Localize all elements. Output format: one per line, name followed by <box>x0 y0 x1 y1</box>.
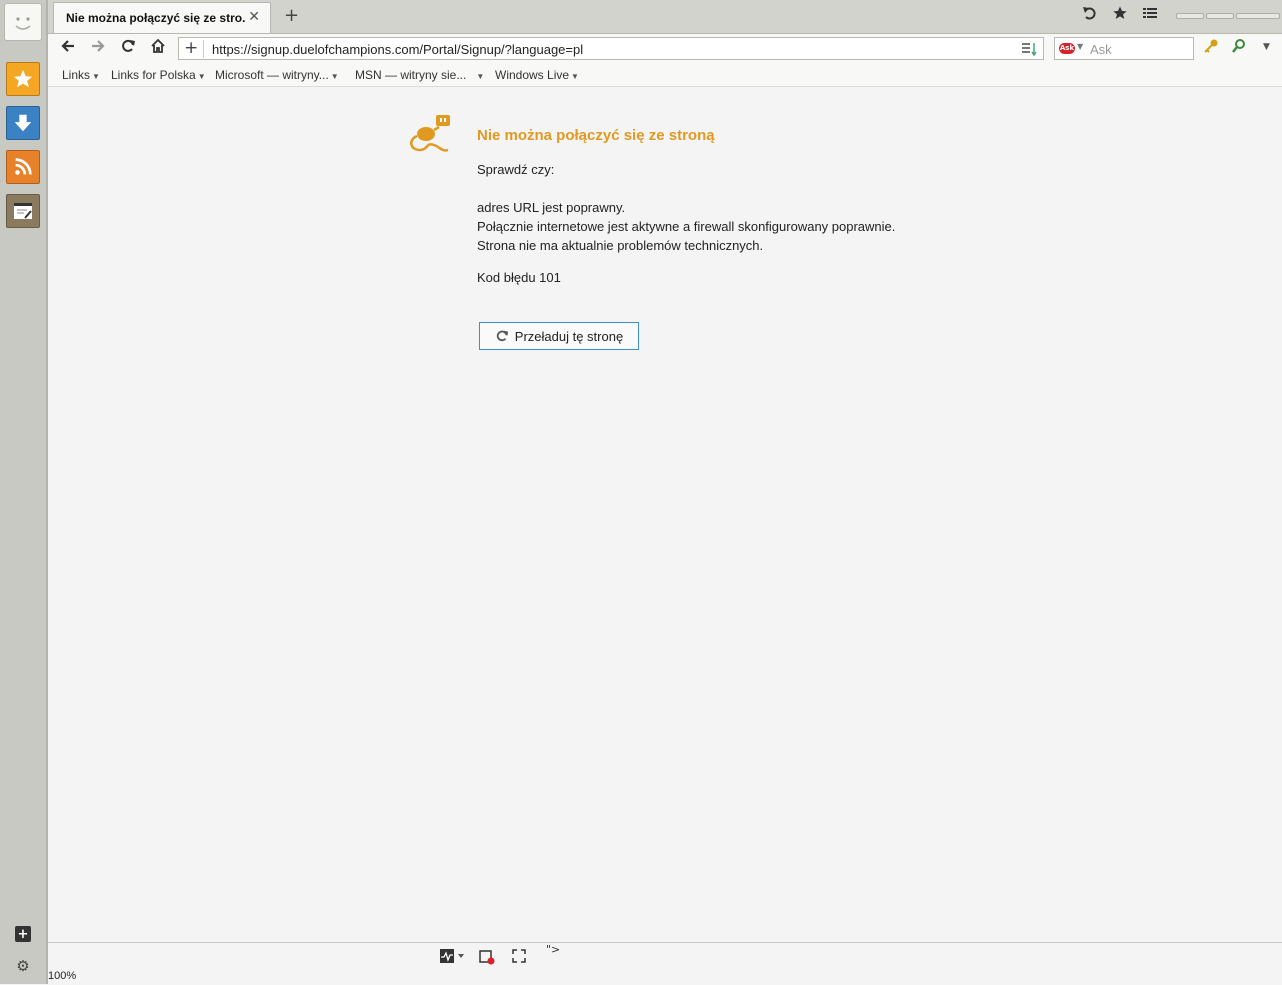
ask-logo[interactable]: Ask <box>1059 43 1075 54</box>
download-icon <box>14 114 32 132</box>
bookmark-label: Links for Polska <box>111 68 196 82</box>
error-check-label: Sprawdź czy: <box>477 162 555 177</box>
new-tab-button[interactable]: + <box>284 5 299 26</box>
bookmark-folder-msn[interactable]: MSN — witryny sie... ▼ <box>355 68 484 82</box>
search-zoom-icon[interactable] <box>1231 38 1247 58</box>
reload-button-label: Przeładuj tę stronę <box>514 328 624 344</box>
notes-panel-button[interactable] <box>6 194 40 228</box>
refresh-icon <box>496 330 508 342</box>
page-activity-icon[interactable] <box>440 949 466 967</box>
side-panel: + ⚙ <box>0 0 48 984</box>
error-code: Kod błędu 101 <box>477 270 561 285</box>
search-input[interactable]: Ask <box>1090 42 1112 57</box>
add-bookmark-icon[interactable]: + <box>184 38 198 58</box>
downloads-panel-button[interactable] <box>6 106 40 140</box>
tab-title: Nie można połączyć się ze stro... <box>66 11 246 25</box>
bookmark-label: Links <box>62 68 91 82</box>
close-icon[interactable]: ✕ <box>248 9 260 25</box>
star-icon[interactable] <box>1112 5 1128 25</box>
address-divider <box>203 40 204 58</box>
bookmark-label: Microsoft — witryny... <box>215 68 329 82</box>
unplugged-icon <box>410 115 450 152</box>
status-bar: 100% "> <box>48 942 1282 985</box>
rss-icon <box>15 158 32 175</box>
error-hint-connection: Połącznie internetowe jest aktywne a fir… <box>477 219 896 234</box>
user-avatar[interactable] <box>4 3 42 41</box>
window-close-button[interactable] <box>1236 13 1280 19</box>
key-icon[interactable] <box>1203 38 1219 58</box>
fullscreen-icon[interactable] <box>512 949 526 967</box>
bookmark-folder-windows-live[interactable]: Windows Live ▼ <box>495 68 579 82</box>
zoom-level[interactable]: 100% <box>48 970 76 982</box>
chevron-down-icon[interactable]: ▼ <box>1077 42 1083 51</box>
feed-sort-icon[interactable] <box>1021 41 1039 61</box>
error-hint-url: adres URL jest poprawny. <box>477 200 626 215</box>
stop-recording-icon[interactable] <box>479 949 495 969</box>
feeds-panel-button[interactable] <box>6 150 40 184</box>
status-text: "> <box>546 943 561 956</box>
search-box[interactable]: Ask ▼ Ask <box>1054 37 1194 60</box>
bookmark-folder-links[interactable]: Links ▼ <box>62 68 100 82</box>
bookmarks-panel-button[interactable] <box>6 62 40 96</box>
notes-icon <box>14 203 32 219</box>
error-title: Nie można połączyć się ze stroną <box>477 127 715 144</box>
window-minimize-button[interactable] <box>1176 13 1204 19</box>
gear-icon[interactable]: ⚙ <box>15 957 31 975</box>
error-hint-server: Strona nie ma aktualnie problemów techni… <box>477 238 764 253</box>
tab-active[interactable]: Nie można połączyć się ze stro... ✕ <box>53 2 271 33</box>
extensions-menu-icon[interactable]: ▼ <box>1263 42 1270 52</box>
error-page: Nie można połączyć się ze stroną Sprawdź… <box>48 87 1282 942</box>
address-bar[interactable]: + https://signup.duelofchampions.com/Por… <box>178 37 1044 60</box>
bookmark-folder-links-polska[interactable]: Links for Polska ▼ <box>111 68 206 82</box>
undo-icon[interactable] <box>1082 5 1098 25</box>
add-panel-button[interactable]: + <box>15 926 31 942</box>
bookmark-folder-microsoft[interactable]: Microsoft — witryny... ▼ <box>215 68 339 82</box>
bookmark-label: Windows Live <box>495 68 570 82</box>
reload-page-button[interactable]: Przeładuj tę stronę <box>479 322 639 350</box>
window-maximize-button[interactable] <box>1206 13 1234 19</box>
menu-icon[interactable] <box>1142 5 1158 25</box>
star-panel-icon <box>13 69 33 88</box>
forward-icon[interactable] <box>90 38 106 58</box>
url-text[interactable]: https://signup.duelofchampions.com/Porta… <box>212 42 583 57</box>
home-icon[interactable] <box>150 38 166 58</box>
bookmarks-bar: Links ▼ Links for Polska ▼ Microsoft — wit… <box>48 64 1282 87</box>
tab-bar: Nie można połączyć się ze stro... ✕ + <box>48 0 1282 34</box>
back-icon[interactable] <box>60 38 76 58</box>
navigation-bar: + https://signup.duelofchampions.com/Por… <box>48 34 1282 64</box>
bookmark-label: MSN — witryny sie... <box>355 68 467 82</box>
reload-icon[interactable] <box>120 38 136 58</box>
